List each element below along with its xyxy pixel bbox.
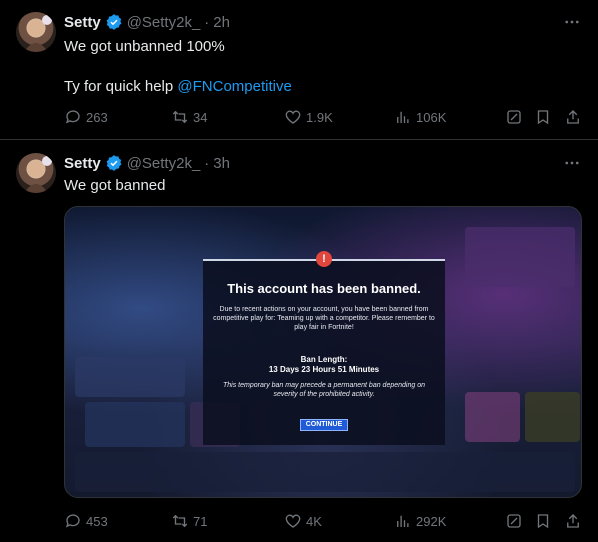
bookmark-button[interactable] [534, 108, 552, 126]
warning-icon: ! [316, 251, 332, 267]
ban-title: This account has been banned. [227, 281, 421, 296]
author-name[interactable]: Setty [64, 155, 101, 172]
author-handle[interactable]: @Setty2k_ [127, 14, 201, 31]
views-count: 292K [416, 513, 447, 529]
reply-count: 453 [86, 513, 108, 529]
author-handle[interactable]: @Setty2k_ [127, 155, 201, 172]
tweet-time[interactable]: 2h [213, 14, 230, 31]
separator-dot: · [204, 154, 210, 172]
share-icon [567, 514, 579, 528]
grok-icon [507, 514, 521, 528]
tweet-text: We got banned [64, 177, 166, 194]
views-count: 106K [416, 109, 447, 125]
views-button[interactable]: 292K [394, 512, 446, 530]
tweet-time[interactable]: 3h [213, 155, 230, 172]
bookmark-button[interactable] [534, 512, 552, 530]
grok-button[interactable] [505, 512, 523, 530]
grok-icon [507, 110, 521, 124]
verified-badge-icon [105, 154, 123, 172]
retweet-button[interactable]: 71 [171, 512, 207, 530]
tweet-text-line: Ty for quick help @FNCompetitive [64, 77, 292, 97]
retweet-icon [172, 110, 188, 124]
ban-length-value: 13 Days 23 Hours 51 Minutes [268, 365, 380, 374]
tweet-media-image[interactable]: ! This account has been banned. Due to r… [64, 206, 582, 498]
share-icon [567, 110, 579, 124]
share-button[interactable] [564, 512, 582, 530]
background-tile [465, 227, 575, 287]
ban-length-label: Ban Length: [300, 355, 348, 364]
like-icon [285, 514, 301, 528]
grok-button[interactable] [505, 108, 523, 126]
reply-count: 263 [86, 109, 108, 125]
retweet-button[interactable]: 34 [171, 108, 207, 126]
tweet-1[interactable]: Setty @Setty2k_ · 2h We got unbanned 100… [0, 0, 598, 140]
background-tile [75, 357, 185, 397]
tweet-text: We got unbanned 100% Ty for quick help @… [64, 37, 292, 97]
ban-dialog: ! This account has been banned. Due to r… [203, 251, 445, 445]
verified-badge-icon [105, 13, 123, 31]
like-icon [285, 110, 301, 124]
like-count: 1.9K [306, 109, 333, 125]
background-tile [75, 452, 575, 492]
more-icon[interactable] [562, 153, 582, 173]
more-icon[interactable] [562, 12, 582, 32]
background-tile [525, 392, 580, 442]
separator-dot: · [204, 13, 210, 31]
tweet-text-prefix: Ty for quick help [64, 78, 178, 95]
background-tile [465, 392, 520, 442]
ban-length: Ban Length: 13 Days 23 Hours 51 Minutes [203, 355, 445, 375]
share-button[interactable] [564, 108, 582, 126]
tweet-actions: 263 34 1.9K 106K [64, 107, 582, 127]
author-name[interactable]: Setty [64, 14, 101, 31]
bookmark-icon [537, 514, 549, 529]
retweet-count: 71 [193, 513, 208, 529]
retweet-icon [172, 514, 188, 528]
reply-button[interactable]: 453 [64, 512, 108, 530]
mention-link[interactable]: @FNCompetitive [177, 78, 291, 95]
tweet-header: Setty @Setty2k_ · 3h [64, 153, 230, 173]
reply-button[interactable]: 263 [64, 108, 108, 126]
bookmark-icon [537, 110, 549, 125]
continue-button: CONTINUE [300, 419, 348, 431]
reply-icon [65, 110, 80, 124]
like-button[interactable]: 4K [284, 512, 322, 530]
tweet-2[interactable]: Setty @Setty2k_ · 3h We got banned ! Thi… [0, 141, 598, 542]
like-button[interactable]: 1.9K [284, 108, 333, 126]
ban-note: This temporary ban may precede a permane… [223, 382, 425, 398]
ban-description: Due to recent actions on your account, y… [213, 306, 435, 331]
like-count: 4K [306, 513, 322, 529]
tweet-header: Setty @Setty2k_ · 2h [64, 12, 230, 32]
avatar[interactable] [16, 153, 56, 193]
views-icon [397, 515, 409, 527]
tweet-actions: 453 71 4K 292K [64, 511, 582, 531]
avatar[interactable] [16, 12, 56, 52]
views-icon [397, 111, 409, 123]
background-tile [85, 402, 185, 447]
reply-icon [65, 514, 80, 528]
tweet-text-line: We got unbanned 100% [64, 38, 225, 55]
retweet-count: 34 [193, 109, 208, 125]
views-button[interactable]: 106K [394, 108, 446, 126]
